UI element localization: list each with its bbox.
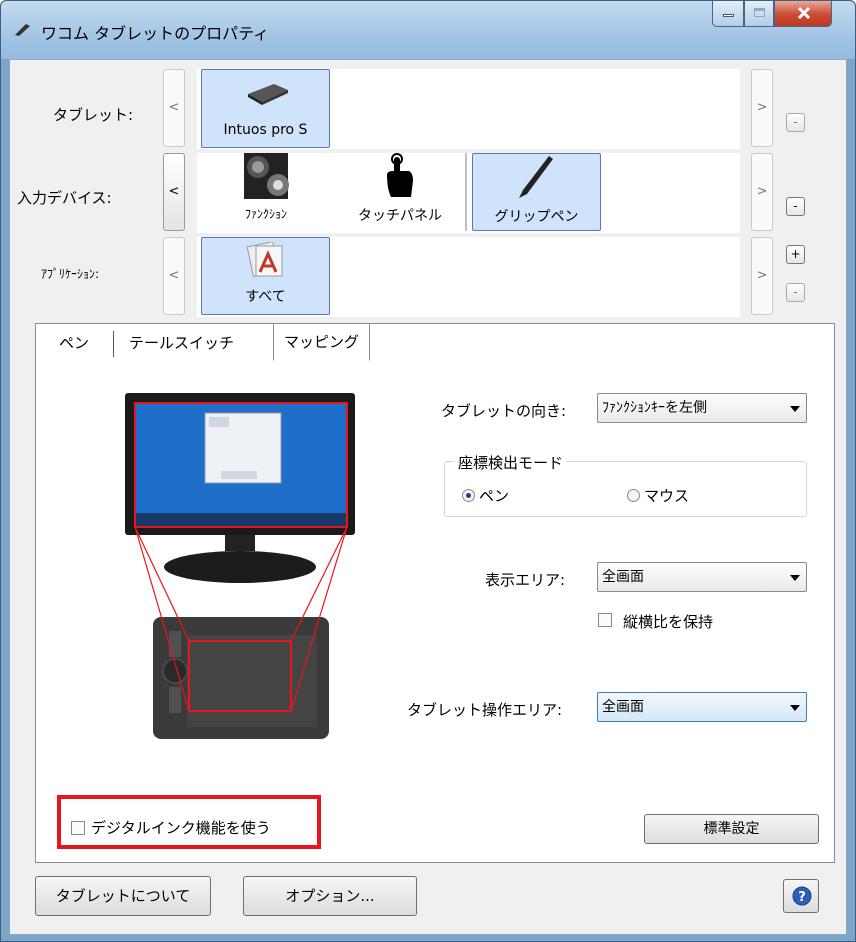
tablet-remove-button[interactable]: -: [786, 113, 805, 132]
default-settings-button[interactable]: 標準設定: [644, 814, 819, 844]
pen-icon: [15, 24, 30, 36]
application-prev-button[interactable]: <: [163, 237, 185, 315]
svg-text:?: ?: [798, 890, 806, 905]
close-icon: [797, 6, 811, 20]
coordinate-mode-title: 座標検出モード: [454, 452, 568, 473]
orientation-select[interactable]: ﾌｧﾝｸｼｮﾝｷｰを左側: [597, 393, 807, 423]
input-device-row-label: 入力デバイス:: [17, 189, 112, 207]
mode-pen-label[interactable]: ペン: [479, 485, 509, 506]
application-remove-button[interactable]: -: [786, 283, 805, 302]
orientation-value: ﾌｧﾝｸｼｮﾝｷｰを左側: [602, 400, 707, 416]
touch-hand-icon: [387, 153, 413, 197]
mode-pen-radio[interactable]: [462, 489, 475, 502]
mapping-illustration: [125, 393, 355, 739]
keep-aspect-checkbox[interactable]: [598, 613, 612, 627]
tab-tail-switch[interactable]: テールスイッチ: [119, 325, 245, 361]
minimize-icon: [723, 14, 734, 17]
help-icon: ?: [792, 886, 812, 906]
tablet-icon: [248, 84, 288, 105]
monitor-icon: [125, 393, 355, 583]
tablet-tile-intuos[interactable]: Intuos pro S: [201, 69, 330, 148]
maximize-icon: [754, 8, 765, 17]
tab-pen[interactable]: ペン: [49, 325, 100, 361]
application-row-label: ｱﾌﾟﾘｹｰｼｮﾝ:: [41, 267, 100, 281]
input-device-tile-label-function: ﾌｧﾝｸｼｮﾝ: [244, 207, 287, 221]
input-device-tile-pen[interactable]: グリップペン: [472, 153, 601, 231]
all-apps-icon: [246, 242, 283, 277]
help-button[interactable]: ?: [783, 879, 819, 913]
input-device-tile-touch[interactable]: タッチパネル: [339, 153, 461, 231]
options-button[interactable]: オプション...: [243, 876, 417, 916]
tile-separator: [465, 153, 467, 231]
application-tile-label: すべて: [245, 289, 286, 305]
tablet-area-value: 全画面: [602, 699, 644, 715]
input-device-remove-button[interactable]: -: [786, 197, 805, 216]
application-tile-all[interactable]: すべて: [201, 237, 330, 315]
about-tablet-button[interactable]: タブレットについて: [35, 876, 211, 916]
application-next-button[interactable]: >: [751, 237, 773, 315]
tablet-next-button[interactable]: >: [751, 69, 773, 147]
display-area-select[interactable]: 全画面: [597, 562, 807, 592]
orientation-label: タブレットの向き:: [441, 402, 567, 420]
chevron-down-icon: [790, 575, 800, 581]
digital-ink-label[interactable]: デジタルインク機能を使う: [91, 817, 271, 838]
input-device-next-button[interactable]: >: [751, 153, 773, 231]
input-device-tile-function[interactable]: ﾌｧﾝｸｼｮﾝ: [211, 153, 321, 231]
keep-aspect-label[interactable]: 縦横比を保持: [623, 611, 713, 632]
digital-ink-checkbox[interactable]: [71, 821, 85, 835]
display-area-value: 全画面: [602, 569, 644, 585]
application-add-button[interactable]: +: [786, 245, 805, 264]
tablet-row-label: タブレット:: [53, 106, 134, 124]
title-bar[interactable]: ワコム タブレットのプロパティ: [1, 1, 855, 59]
close-button[interactable]: [774, 1, 832, 27]
tablet-prev-button[interactable]: <: [163, 69, 185, 147]
window-title: ワコム タブレットのプロパティ: [41, 24, 270, 43]
minimize-button[interactable]: [712, 1, 744, 27]
properties-window: ワコム タブレットのプロパティ タブレット: < Intuos pro S > …: [0, 0, 856, 942]
tablet-tile-label: Intuos pro S: [223, 122, 308, 138]
input-device-prev-button[interactable]: <: [163, 153, 185, 231]
input-device-tile-label-pen: グリップペン: [494, 209, 579, 225]
mode-mouse-label[interactable]: マウス: [644, 485, 689, 506]
tablet-area-label: タブレット操作エリア:: [407, 701, 563, 719]
input-device-tile-label-touch: タッチパネル: [358, 208, 442, 224]
mode-mouse-radio[interactable]: [627, 489, 640, 502]
tab-mapping[interactable]: マッピング: [273, 323, 371, 361]
chevron-down-icon: [790, 705, 800, 711]
maximize-button[interactable]: [744, 1, 774, 27]
chevron-down-icon: [790, 406, 800, 412]
function-keys-icon: [244, 153, 289, 199]
tablet-area-select[interactable]: 全画面: [597, 692, 807, 722]
display-area-label: 表示エリア:: [485, 571, 566, 589]
tab-divider: [113, 331, 114, 357]
grip-pen-icon: [519, 156, 553, 198]
